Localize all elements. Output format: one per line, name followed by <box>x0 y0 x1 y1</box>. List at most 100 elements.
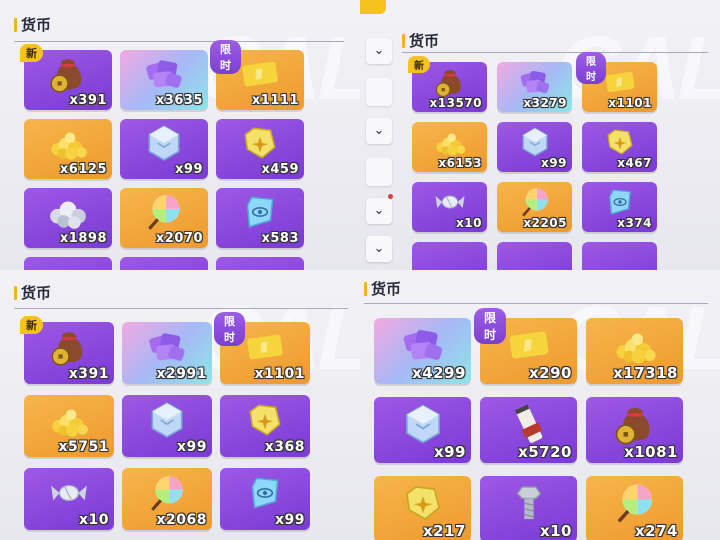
notification-dot <box>388 194 393 199</box>
item-quantity: x10 <box>539 522 572 540</box>
item-quantity: x374 <box>617 216 652 230</box>
chevron-down-icon: ⌄ <box>373 123 385 138</box>
currency-tile[interactable]: x10 <box>24 468 114 530</box>
item-quantity: x5751 <box>58 439 109 455</box>
new-badge: 新 <box>408 56 430 73</box>
chevron-down-icon: ⌄ <box>373 203 385 218</box>
title-divider <box>14 308 348 309</box>
currency-tile[interactable]: x467 <box>582 122 657 172</box>
currency-tile[interactable]: x4299 <box>374 318 471 384</box>
currency-tile-partial[interactable] <box>24 257 112 270</box>
currency-tile[interactable]: x368 <box>220 395 310 457</box>
currency-tile[interactable]: x5720 <box>480 397 577 463</box>
item-quantity: x5720 <box>518 443 572 461</box>
limited-time-badge: 限时 <box>474 308 507 344</box>
item-quantity: x6153 <box>438 156 482 170</box>
item-quantity: x3635 <box>155 93 203 108</box>
item-quantity: x2205 <box>523 216 567 230</box>
currency-tile-partial[interactable] <box>497 242 572 270</box>
currency-tile[interactable]: x5751 <box>24 395 114 457</box>
chevron-down-icon: ⌄ <box>373 241 385 256</box>
item-quantity: x17318 <box>613 364 678 382</box>
item-quantity: x10 <box>456 216 482 230</box>
item-quantity: x10 <box>78 512 109 528</box>
currency-tile-partial[interactable] <box>412 242 487 270</box>
currency-tile[interactable]: x6153 <box>412 122 487 172</box>
title-accent-bar <box>402 33 405 48</box>
side-filter-box[interactable] <box>366 78 392 106</box>
currency-tile[interactable]: x6125 <box>24 119 112 179</box>
item-quantity: x1898 <box>59 231 107 246</box>
item-quantity: x1101 <box>608 96 652 110</box>
panel-bottom-right: CAL 货币 x4299 x290 x17318 <box>360 270 720 540</box>
item-quantity: x13570 <box>429 96 482 110</box>
dropdown-toggle-button[interactable]: ⌄ <box>366 236 392 262</box>
item-quantity: x1101 <box>254 366 305 382</box>
panel-top-left: CAL 货币 x391 x3635 x1111 <box>0 0 360 270</box>
item-quantity: x2991 <box>156 366 207 382</box>
item-quantity: x467 <box>617 156 652 170</box>
panel-bottom-left: CAL 货币 x391 x2991 x1101 <box>0 270 360 540</box>
currency-tile[interactable]: x583 <box>216 188 304 248</box>
section-title-text: 货币 <box>371 280 402 298</box>
section-title-text: 货币 <box>21 284 52 302</box>
side-filter-box[interactable] <box>366 158 392 186</box>
item-quantity: x290 <box>529 364 572 382</box>
currency-tile[interactable]: x2991 <box>122 322 212 384</box>
item-quantity: x2070 <box>155 231 203 246</box>
item-quantity: x217 <box>423 522 466 540</box>
currency-tile[interactable]: x2070 <box>120 188 208 248</box>
limited-time-badge: 限时 <box>214 312 245 346</box>
item-quantity: x368 <box>264 439 305 455</box>
currency-tile[interactable]: x1081 <box>586 397 683 463</box>
title-divider <box>14 41 344 42</box>
currency-tile[interactable]: x17318 <box>586 318 683 384</box>
currency-tile[interactable]: x99 <box>122 395 212 457</box>
currency-tile[interactable]: x374 <box>582 182 657 232</box>
currency-tile[interactable]: x459 <box>216 119 304 179</box>
currency-tile-partial[interactable] <box>120 257 208 270</box>
limited-time-badge: 限时 <box>576 52 606 84</box>
item-quantity: x391 <box>69 93 107 108</box>
currency-tile[interactable]: x217 <box>374 476 471 540</box>
currency-tile[interactable]: x2205 <box>497 182 572 232</box>
currency-tile[interactable]: x10 <box>412 182 487 232</box>
panel-top-right: CAL 货币 x13570 x3279 x1101 <box>360 0 720 270</box>
currency-tile[interactable]: x3279 <box>497 62 572 112</box>
currency-tile[interactable]: x1898 <box>24 188 112 248</box>
title-accent-bar <box>14 285 17 300</box>
currency-tile[interactable]: x99 <box>220 468 310 530</box>
item-quantity: x6125 <box>59 162 107 177</box>
new-badge: 新 <box>20 44 43 62</box>
title-accent-bar <box>364 281 367 296</box>
section-title: 货币 <box>14 282 51 303</box>
section-title-text: 货币 <box>21 16 52 34</box>
item-quantity: x459 <box>261 162 299 177</box>
currency-tile[interactable]: x2068 <box>122 468 212 530</box>
currency-tile-partial[interactable] <box>216 257 304 270</box>
item-quantity: x583 <box>261 231 299 246</box>
dropdown-toggle-button[interactable]: ⌄ <box>366 198 392 224</box>
currency-tile[interactable]: x99 <box>120 119 208 179</box>
currency-tile[interactable]: x274 <box>586 476 683 540</box>
item-quantity: x99 <box>541 156 567 170</box>
currency-tile[interactable]: x99 <box>497 122 572 172</box>
dropdown-toggle-button[interactable]: ⌄ <box>366 38 392 64</box>
currency-tile[interactable]: x3635 <box>120 50 208 110</box>
currency-tile[interactable]: x99 <box>374 397 471 463</box>
new-badge: 新 <box>20 316 43 334</box>
title-divider <box>364 303 708 304</box>
chevron-down-icon: ⌄ <box>373 43 385 58</box>
currency-tile[interactable]: x10 <box>480 476 577 540</box>
section-title: 货币 <box>402 30 439 51</box>
top-tab-highlight[interactable] <box>360 0 386 14</box>
section-title: 货币 <box>364 278 401 299</box>
item-quantity: x4299 <box>412 364 466 382</box>
item-quantity: x2068 <box>156 512 207 528</box>
currency-tile-partial[interactable] <box>582 242 657 270</box>
title-divider <box>402 52 708 53</box>
section-title: 货币 <box>14 14 51 35</box>
item-quantity: x1111 <box>251 93 299 108</box>
dropdown-toggle-button[interactable]: ⌄ <box>366 118 392 144</box>
item-quantity: x99 <box>274 512 305 528</box>
